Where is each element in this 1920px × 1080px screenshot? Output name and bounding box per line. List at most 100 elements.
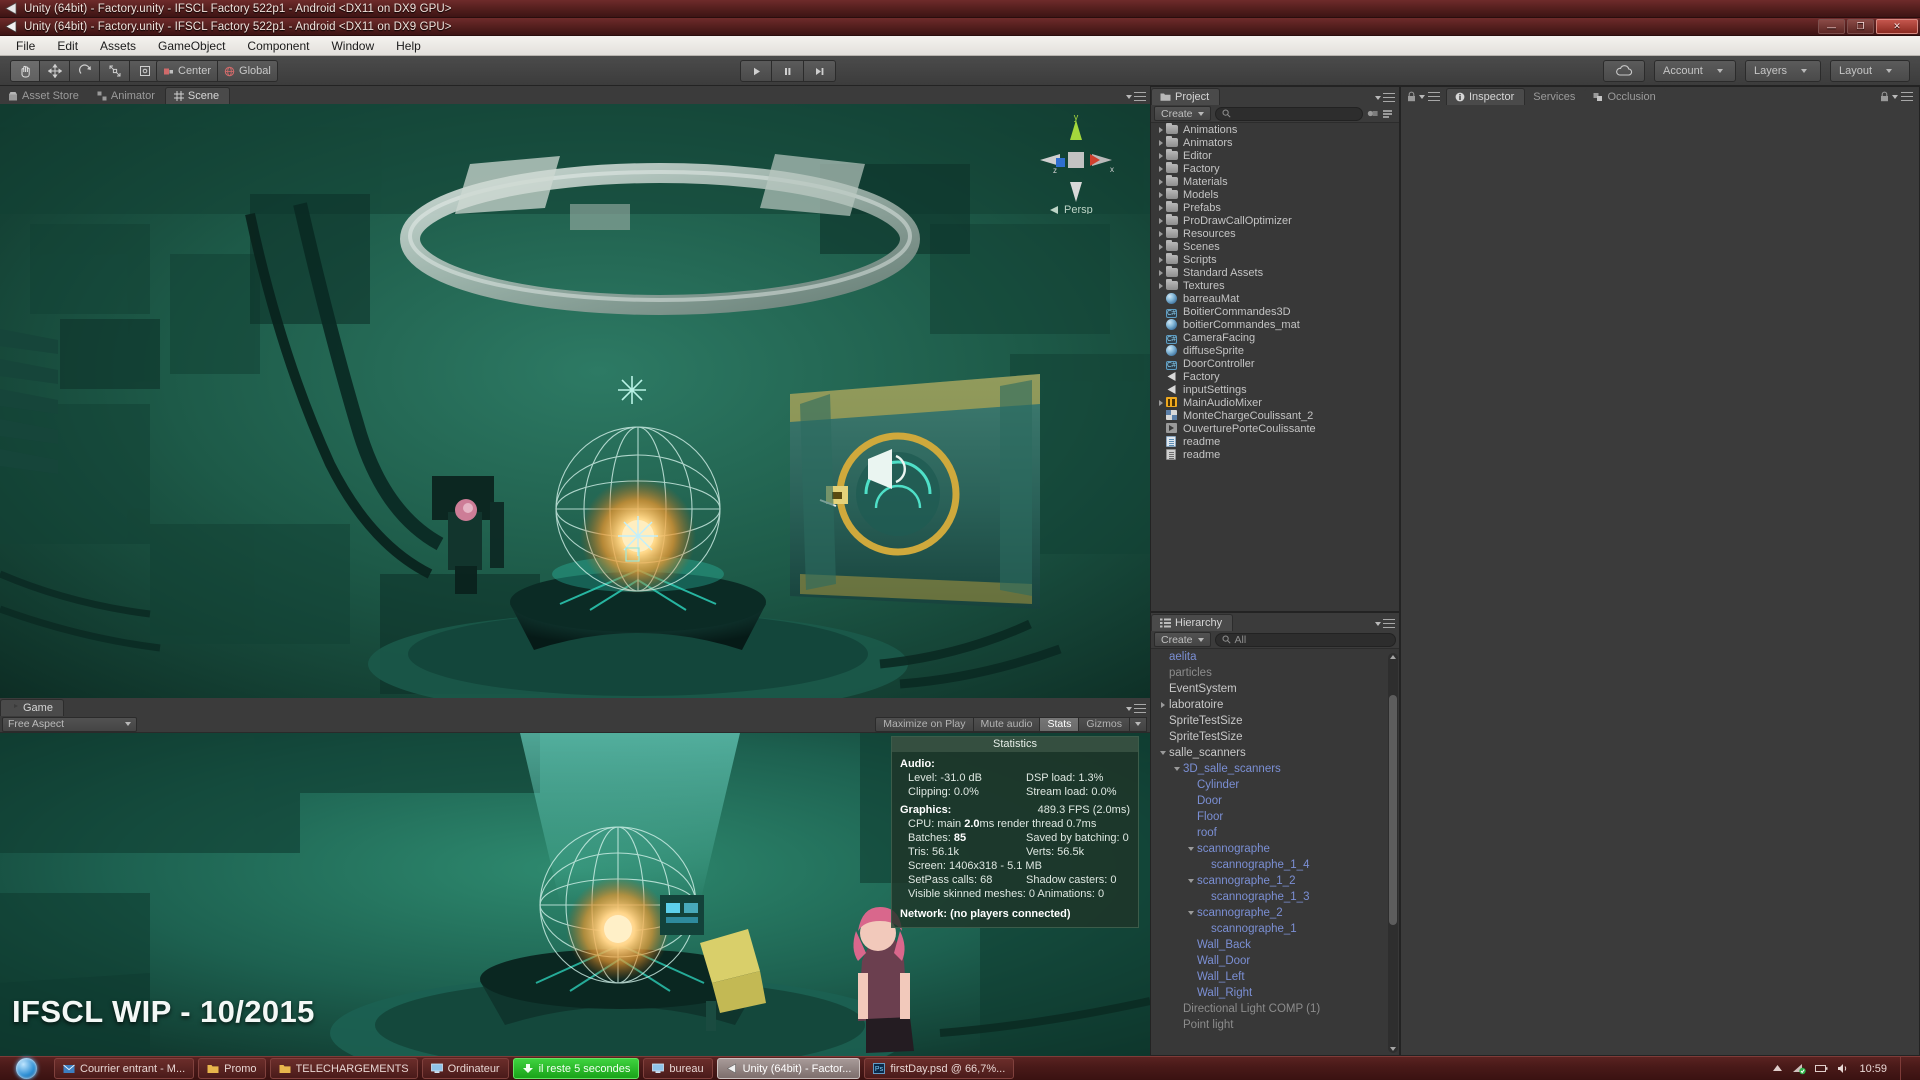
hierarchy-item[interactable]: salle_scanners — [1151, 745, 1399, 761]
play-button[interactable] — [740, 60, 772, 82]
hierarchy-item[interactable]: scannographe_2 — [1151, 905, 1399, 921]
clock-text[interactable]: 10:59 — [1859, 1063, 1887, 1075]
project-item[interactable]: Animations — [1151, 123, 1399, 136]
move-tool-button[interactable] — [40, 60, 70, 82]
step-button[interactable] — [804, 60, 836, 82]
disclosure-triangle-icon[interactable] — [1155, 152, 1166, 159]
disclosure-triangle-icon[interactable] — [1155, 178, 1166, 185]
tab-game[interactable]: Game — [0, 699, 64, 716]
tab-occlusion[interactable]: Occlusion — [1585, 88, 1666, 105]
disclosure-triangle-icon[interactable] — [1171, 767, 1183, 771]
project-item[interactable]: C# CameraFacing — [1151, 331, 1399, 344]
hierarchy-item[interactable]: scannographe — [1151, 841, 1399, 857]
project-item[interactable]: Standard Assets — [1151, 266, 1399, 279]
project-item[interactable]: ProDrawCallOptimizer — [1151, 214, 1399, 227]
maximize-on-play-button[interactable]: Maximize on Play — [875, 716, 974, 732]
taskbar-item[interactable]: TELECHARGEMENTS — [269, 1058, 418, 1079]
scene-render-canvas[interactable]: y z x Persp — [0, 104, 1150, 698]
project-item[interactable]: Factory — [1151, 162, 1399, 175]
show-desktop-button[interactable] — [1900, 1056, 1914, 1080]
hierarchy-panel-menu[interactable] — [1375, 619, 1395, 628]
project-item[interactable]: Editor — [1151, 149, 1399, 162]
project-item[interactable]: Scenes — [1151, 240, 1399, 253]
hierarchy-item[interactable]: Wall_Right — [1151, 985, 1399, 1001]
hierarchy-item[interactable]: Wall_Door — [1151, 953, 1399, 969]
disclosure-triangle-icon[interactable] — [1155, 399, 1166, 406]
volume-icon[interactable] — [1837, 1063, 1850, 1074]
tab-scene[interactable]: Scene — [164, 87, 231, 104]
disclosure-triangle-icon[interactable] — [1155, 282, 1166, 289]
project-item[interactable]: Animators — [1151, 136, 1399, 149]
scale-tool-button[interactable] — [100, 60, 130, 82]
project-item[interactable]: Prefabs — [1151, 201, 1399, 214]
taskbar-item[interactable]: Ps firstDay.psd @ 66,7%... — [864, 1058, 1015, 1079]
hierarchy-item[interactable]: scannographe_1_2 — [1151, 873, 1399, 889]
lock-icon[interactable] — [1407, 91, 1416, 102]
minimize-button[interactable]: — — [1818, 19, 1845, 34]
menu-gameobject[interactable]: GameObject — [148, 37, 235, 55]
mute-audio-button[interactable]: Mute audio — [973, 716, 1041, 732]
hierarchy-item[interactable]: Cylinder — [1151, 777, 1399, 793]
scene-panel-menu[interactable] — [1126, 92, 1146, 101]
hierarchy-item[interactable]: Floor — [1151, 809, 1399, 825]
menu-assets[interactable]: Assets — [90, 37, 146, 55]
project-panel-menu[interactable] — [1375, 93, 1395, 102]
hierarchy-item[interactable]: 3D_salle_scanners — [1151, 761, 1399, 777]
network-ok-icon[interactable] — [1792, 1063, 1807, 1075]
close-button[interactable]: ✕ — [1876, 19, 1918, 34]
project-item[interactable]: Materials — [1151, 175, 1399, 188]
project-item[interactable]: Models — [1151, 188, 1399, 201]
cloud-button[interactable] — [1603, 60, 1645, 82]
hand-tool-button[interactable] — [10, 60, 40, 82]
project-item[interactable]: diffuseSprite — [1151, 344, 1399, 357]
hierarchy-item[interactable]: scannographe_1_4 — [1151, 857, 1399, 873]
hierarchy-item[interactable]: Wall_Back — [1151, 937, 1399, 953]
hierarchy-item[interactable]: SpriteTestSize — [1151, 713, 1399, 729]
disclosure-triangle-icon[interactable] — [1155, 191, 1166, 198]
project-item[interactable]: barreauMat — [1151, 292, 1399, 305]
hierarchy-item[interactable]: scannographe_1_3 — [1151, 889, 1399, 905]
disclosure-triangle-icon[interactable] — [1157, 751, 1169, 755]
menu-file[interactable]: File — [6, 37, 45, 55]
project-create-button[interactable]: Create — [1154, 106, 1211, 121]
hierarchy-item[interactable]: Wall_Left — [1151, 969, 1399, 985]
lock-icon[interactable] — [1880, 91, 1889, 102]
game-panel-menu[interactable] — [1126, 704, 1146, 713]
hierarchy-tree[interactable]: aelita particles EventSystem laboratoire Spr… — [1151, 649, 1399, 1055]
hierarchy-search-input[interactable]: All — [1214, 632, 1396, 647]
hierarchy-scrollbar[interactable] — [1388, 653, 1398, 1053]
layers-dropdown[interactable]: Layers — [1745, 60, 1821, 82]
taskbar-item[interactable]: Promo — [198, 1058, 266, 1079]
project-search-input[interactable] — [1214, 106, 1363, 121]
taskbar-item[interactable]: il reste 5 secondes — [512, 1058, 640, 1079]
tab-services[interactable]: Services — [1525, 88, 1586, 105]
hierarchy-item[interactable]: roof — [1151, 825, 1399, 841]
tab-project[interactable]: Project — [1151, 88, 1221, 105]
project-item[interactable]: readme — [1151, 435, 1399, 448]
taskbar-item[interactable]: Ordinateur — [421, 1058, 509, 1079]
project-item[interactable]: Scripts — [1151, 253, 1399, 266]
taskbar-item[interactable]: bureau — [643, 1058, 713, 1079]
project-item[interactable]: MainAudioMixer — [1151, 396, 1399, 409]
project-item[interactable]: Resources — [1151, 227, 1399, 240]
disclosure-triangle-icon[interactable] — [1155, 217, 1166, 224]
hierarchy-item[interactable]: aelita — [1151, 649, 1399, 665]
menu-edit[interactable]: Edit — [47, 37, 88, 55]
disclosure-triangle-icon[interactable] — [1155, 126, 1166, 133]
disclosure-triangle-icon[interactable] — [1155, 139, 1166, 146]
disclosure-triangle-icon[interactable] — [1185, 847, 1197, 851]
disclosure-triangle-icon[interactable] — [1155, 269, 1166, 276]
disclosure-triangle-icon[interactable] — [1155, 256, 1166, 263]
disclosure-triangle-icon[interactable] — [1155, 243, 1166, 250]
menu-help[interactable]: Help — [386, 37, 431, 55]
menu-component[interactable]: Component — [237, 37, 319, 55]
battery-icon[interactable] — [1815, 1063, 1828, 1074]
tab-hierarchy[interactable]: Hierarchy — [1151, 614, 1234, 631]
hierarchy-create-button[interactable]: Create — [1154, 632, 1211, 647]
hierarchy-item[interactable]: particles — [1151, 665, 1399, 681]
taskbar-item[interactable]: Unity (64bit) - Factor... — [716, 1058, 861, 1079]
project-tree[interactable]: Animations Animators Editor Factory Material… — [1151, 123, 1399, 611]
hierarchy-item[interactable]: Door — [1151, 793, 1399, 809]
hierarchy-item[interactable]: SpriteTestSize — [1151, 729, 1399, 745]
maximize-button[interactable]: ❐ — [1847, 19, 1874, 34]
